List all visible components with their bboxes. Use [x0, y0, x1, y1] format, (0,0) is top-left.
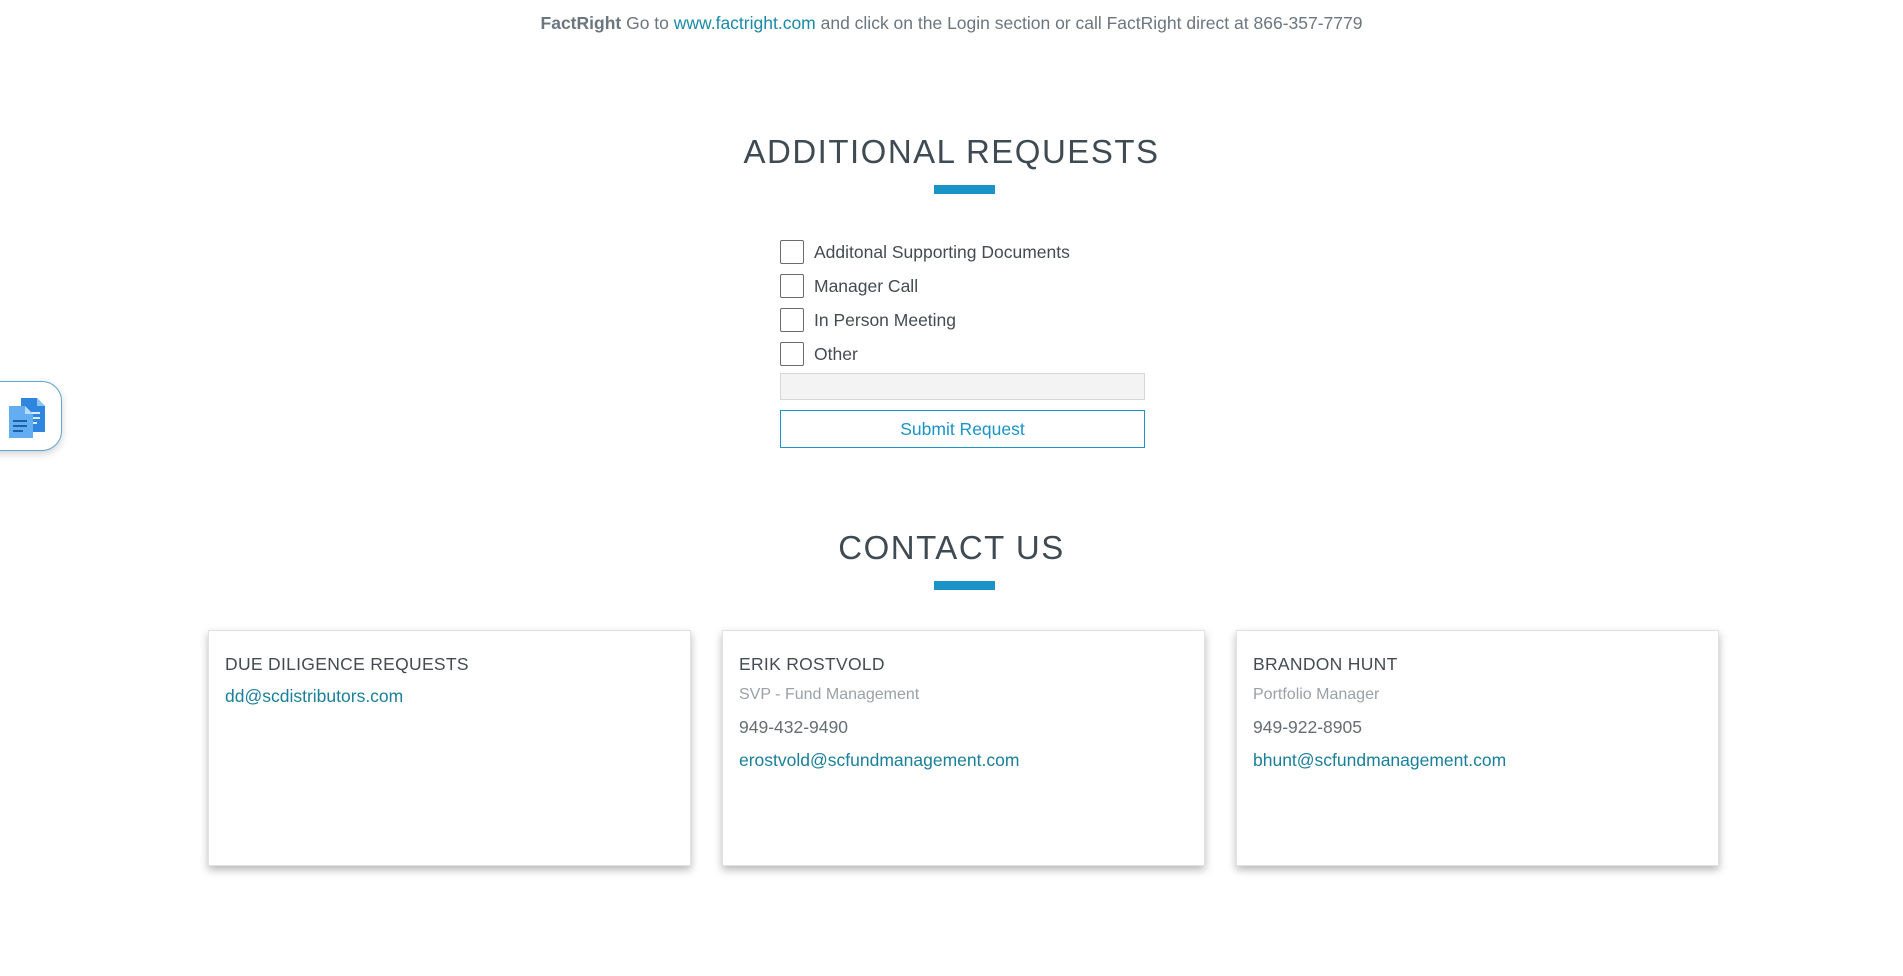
contact-card-brandon-hunt: BRANDON HUNT Portfolio Manager 949-922-8…	[1236, 630, 1719, 866]
title-underline-bar	[934, 185, 995, 194]
documents-icon	[9, 398, 45, 438]
contact-card-due-diligence: DUE DILIGENCE REQUESTS dd@scdistributors…	[208, 630, 691, 866]
supporting-documents-checkbox[interactable]	[780, 240, 804, 264]
submit-request-button[interactable]: Submit Request	[780, 410, 1145, 448]
title-underline-bar	[934, 581, 995, 590]
contact-us-title: CONTACT US	[838, 529, 1065, 566]
contact-name: DUE DILIGENCE REQUESTS	[225, 654, 469, 674]
contact-email-link[interactable]: bhunt@scfundmanagement.com	[1253, 749, 1506, 771]
checkbox-row-in-person-meeting[interactable]: In Person Meeting	[780, 303, 1145, 337]
factright-link[interactable]: www.factright.com	[674, 13, 816, 33]
checkbox-label: Manager Call	[814, 275, 919, 296]
additional-requests-form: Additonal Supporting Documents Manager C…	[780, 235, 1145, 448]
checkbox-label: Other	[814, 343, 858, 364]
contact-card-erik-rostvold: ERIK ROSTVOLD SVP - Fund Management 949-…	[722, 630, 1205, 866]
info-text-pre: Go to	[621, 13, 674, 33]
factright-info-line: FactRight Go to www.factright.com and cl…	[0, 13, 1903, 34]
in-person-meeting-checkbox[interactable]	[780, 308, 804, 332]
manager-call-checkbox[interactable]	[780, 274, 804, 298]
other-checkbox[interactable]	[780, 342, 804, 366]
info-text-post: and click on the Login section or call F…	[815, 13, 1363, 33]
contact-phone: 949-432-9490	[739, 717, 848, 737]
checkbox-label: Additonal Supporting Documents	[814, 241, 1070, 262]
page: FactRight Go to www.factright.com and cl…	[0, 0, 1903, 976]
factright-brand: FactRight	[540, 13, 622, 33]
contact-role: SVP - Fund Management	[739, 686, 920, 703]
checkbox-row-other[interactable]: Other	[780, 337, 1145, 371]
additional-requests-title: ADDITIONAL REQUESTS	[743, 133, 1160, 170]
contact-phone: 949-922-8905	[1253, 717, 1362, 737]
contact-name: ERIK ROSTVOLD	[739, 654, 885, 674]
checkbox-label: In Person Meeting	[814, 309, 957, 330]
contact-name: BRANDON HUNT	[1253, 654, 1398, 674]
documents-widget-button[interactable]	[0, 381, 62, 451]
contact-email-link[interactable]: dd@scdistributors.com	[225, 685, 403, 707]
other-request-input[interactable]	[780, 373, 1145, 400]
contact-email-link[interactable]: erostvold@scfundmanagement.com	[739, 749, 1019, 771]
checkbox-row-supporting-documents[interactable]: Additonal Supporting Documents	[780, 235, 1145, 269]
contact-role: Portfolio Manager	[1253, 686, 1380, 703]
checkbox-row-manager-call[interactable]: Manager Call	[780, 269, 1145, 303]
